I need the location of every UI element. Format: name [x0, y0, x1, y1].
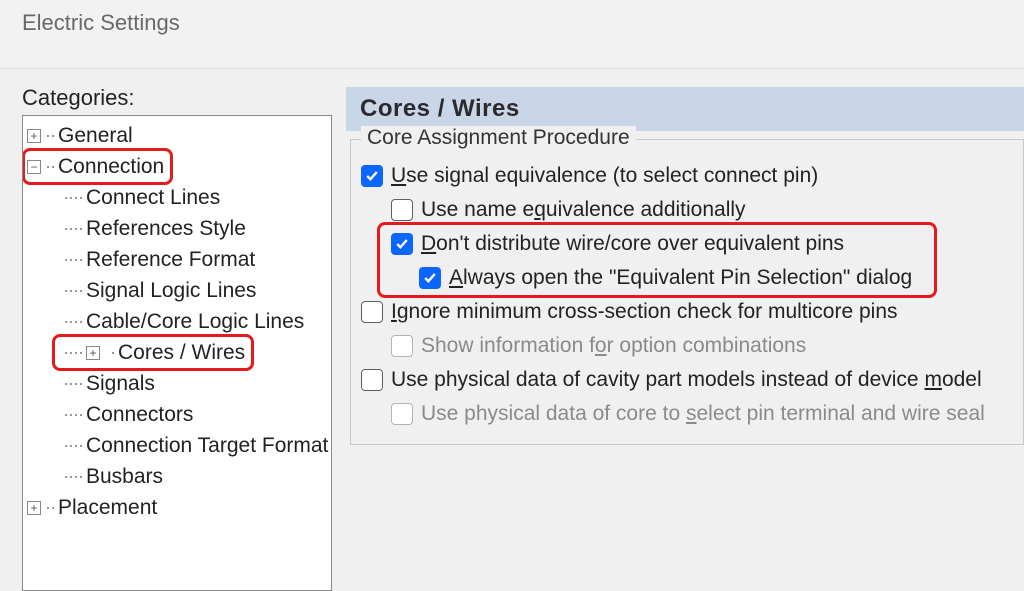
option-label: Use signal equivalence (to select connec…: [391, 164, 818, 188]
tree-item-label: Cable/Core Logic Lines: [86, 310, 304, 334]
group-label: Core Assignment Procedure: [361, 126, 636, 150]
checkbox-checked-icon[interactable]: [391, 233, 413, 255]
option-label: Use physical data of cavity part models …: [391, 368, 982, 392]
checkbox-icon: [391, 335, 413, 357]
option-always[interactable]: Always open the "Equivalent Pin Selectio…: [419, 266, 1013, 290]
checkbox-icon: [391, 403, 413, 425]
tree-item-label: Placement: [58, 496, 157, 520]
checkbox-icon[interactable]: [361, 369, 383, 391]
categories-tree[interactable]: ··General··Connection····Connect Lines··…: [22, 115, 332, 591]
option-label: Show information for option combinations: [421, 334, 806, 358]
tree-item-label: Busbars: [86, 465, 163, 489]
option-label: Always open the "Equivalent Pin Selectio…: [449, 266, 912, 290]
tree-item-label: Signals: [86, 372, 155, 396]
option-label: Use physical data of core to select pin …: [421, 402, 985, 426]
categories-label: Categories:: [22, 85, 332, 111]
collapse-icon[interactable]: [27, 160, 41, 174]
expand-icon[interactable]: [27, 501, 41, 515]
option-ign_min[interactable]: Ignore minimum cross-section check for m…: [361, 300, 1013, 324]
checkbox-icon[interactable]: [391, 199, 413, 221]
tree-item-label: Signal Logic Lines: [86, 279, 256, 303]
tree-item-label: Connectors: [86, 403, 193, 427]
tree-item-label: Connection: [58, 155, 164, 179]
tree-item-cores-wires[interactable]: ·····Cores / Wires: [57, 337, 331, 368]
tree-item-signals[interactable]: ····Signals: [57, 368, 331, 399]
option-name_eq[interactable]: Use name equivalence additionally: [391, 198, 1013, 222]
tree-item-connect-lines[interactable]: ····Connect Lines: [57, 182, 331, 213]
tree-item-label: Connect Lines: [86, 186, 220, 210]
panel-title: Cores / Wires: [346, 87, 1024, 131]
tree-item-label: General: [58, 124, 133, 148]
dialog-body: Categories: ··General··Connection····Con…: [0, 69, 1024, 591]
expand-icon[interactable]: [86, 346, 100, 360]
categories-panel: Categories: ··General··Connection····Con…: [22, 85, 332, 591]
tree-item-label: Reference Format: [86, 248, 255, 272]
checkbox-checked-icon[interactable]: [361, 165, 383, 187]
option-label: Use name equivalence additionally: [421, 198, 746, 222]
window-title: Electric Settings: [0, 0, 1024, 69]
tree-item-connection-target-format[interactable]: ····Connection Target Format: [57, 430, 331, 461]
tree-item-label: References Style: [86, 217, 246, 241]
tree-item-signal-logic-lines[interactable]: ····Signal Logic Lines: [57, 275, 331, 306]
expand-icon[interactable]: [27, 129, 41, 143]
option-use_phys[interactable]: Use physical data of cavity part models …: [361, 368, 1013, 392]
tree-item-cable-core-logic-lines[interactable]: ····Cable/Core Logic Lines: [57, 306, 331, 337]
tree-item-label: Connection Target Format: [86, 434, 328, 458]
checkbox-icon[interactable]: [361, 301, 383, 323]
checkbox-checked-icon[interactable]: [419, 267, 441, 289]
option-label: Don't distribute wire/core over equivale…: [421, 232, 844, 256]
tree-item-busbars[interactable]: ····Busbars: [57, 461, 331, 492]
option-use_core: Use physical data of core to select pin …: [391, 402, 1013, 426]
tree-item-connection[interactable]: ··Connection: [27, 151, 331, 182]
tree-item-references-style[interactable]: ····References Style: [57, 213, 331, 244]
option-sig_eq[interactable]: Use signal equivalence (to select connec…: [361, 164, 1013, 188]
option-show_inf: Show information for option combinations: [391, 334, 1013, 358]
option-no_dist[interactable]: Don't distribute wire/core over equivale…: [391, 232, 1013, 256]
tree-item-placement[interactable]: ··Placement: [27, 492, 331, 523]
core-assignment-group: Core Assignment Procedure Use signal equ…: [350, 139, 1024, 445]
tree-item-reference-format[interactable]: ····Reference Format: [57, 244, 331, 275]
tree-item-general[interactable]: ··General: [27, 120, 331, 151]
tree-item-connectors[interactable]: ····Connectors: [57, 399, 331, 430]
tree-item-label: Cores / Wires: [118, 341, 245, 365]
settings-panel: Cores / Wires Core Assignment Procedure …: [346, 85, 1024, 591]
option-label: Ignore minimum cross-section check for m…: [391, 300, 898, 324]
